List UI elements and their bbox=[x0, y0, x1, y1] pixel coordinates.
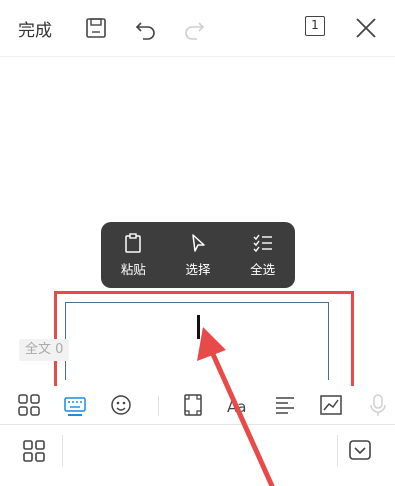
highlight-frame bbox=[54, 291, 354, 389]
collapse-keyboard-icon[interactable] bbox=[349, 440, 371, 460]
toolbar-divider bbox=[0, 56, 395, 57]
paste-label: 粘贴 bbox=[120, 262, 146, 277]
context-menu: 粘贴 选择 全选 bbox=[101, 222, 295, 288]
chart-icon[interactable] bbox=[318, 392, 344, 418]
undo-icon[interactable] bbox=[132, 14, 160, 42]
bottom-bar bbox=[0, 425, 395, 486]
word-count-badge: 全文 0 bbox=[19, 339, 70, 361]
select-all-label: 全选 bbox=[250, 262, 276, 277]
keyboard-icon[interactable] bbox=[62, 392, 88, 418]
grid-apps-icon[interactable] bbox=[16, 392, 42, 418]
clipboard-icon bbox=[125, 233, 142, 253]
cursor-icon bbox=[192, 234, 205, 252]
frame-icon[interactable] bbox=[180, 392, 206, 418]
redo-icon[interactable] bbox=[180, 14, 208, 42]
save-icon[interactable] bbox=[82, 14, 110, 42]
format-divider bbox=[158, 396, 159, 416]
checklist-icon bbox=[253, 234, 272, 253]
bottom-bar-divider-right bbox=[337, 435, 338, 467]
format-toolbar: Aa bbox=[0, 386, 395, 424]
top-toolbar: 完成 1 bbox=[0, 0, 395, 56]
bottom-bar-divider-left bbox=[62, 435, 63, 467]
align-icon[interactable] bbox=[272, 392, 298, 418]
done-button[interactable]: 完成 bbox=[18, 16, 52, 41]
font-icon[interactable]: Aa bbox=[226, 392, 252, 418]
select-label: 选择 bbox=[185, 262, 211, 277]
mic-icon[interactable] bbox=[364, 392, 390, 418]
page-count-button[interactable]: 1 bbox=[305, 16, 325, 36]
paste-menu-item[interactable]: 粘贴 bbox=[101, 222, 166, 288]
emoji-icon[interactable] bbox=[108, 392, 134, 418]
grid-menu-icon[interactable] bbox=[22, 439, 46, 463]
select-all-menu-item[interactable]: 全选 bbox=[230, 222, 295, 288]
svg-text:Aa: Aa bbox=[227, 398, 246, 416]
select-menu-item[interactable]: 选择 bbox=[166, 222, 231, 288]
close-icon[interactable] bbox=[352, 14, 380, 42]
